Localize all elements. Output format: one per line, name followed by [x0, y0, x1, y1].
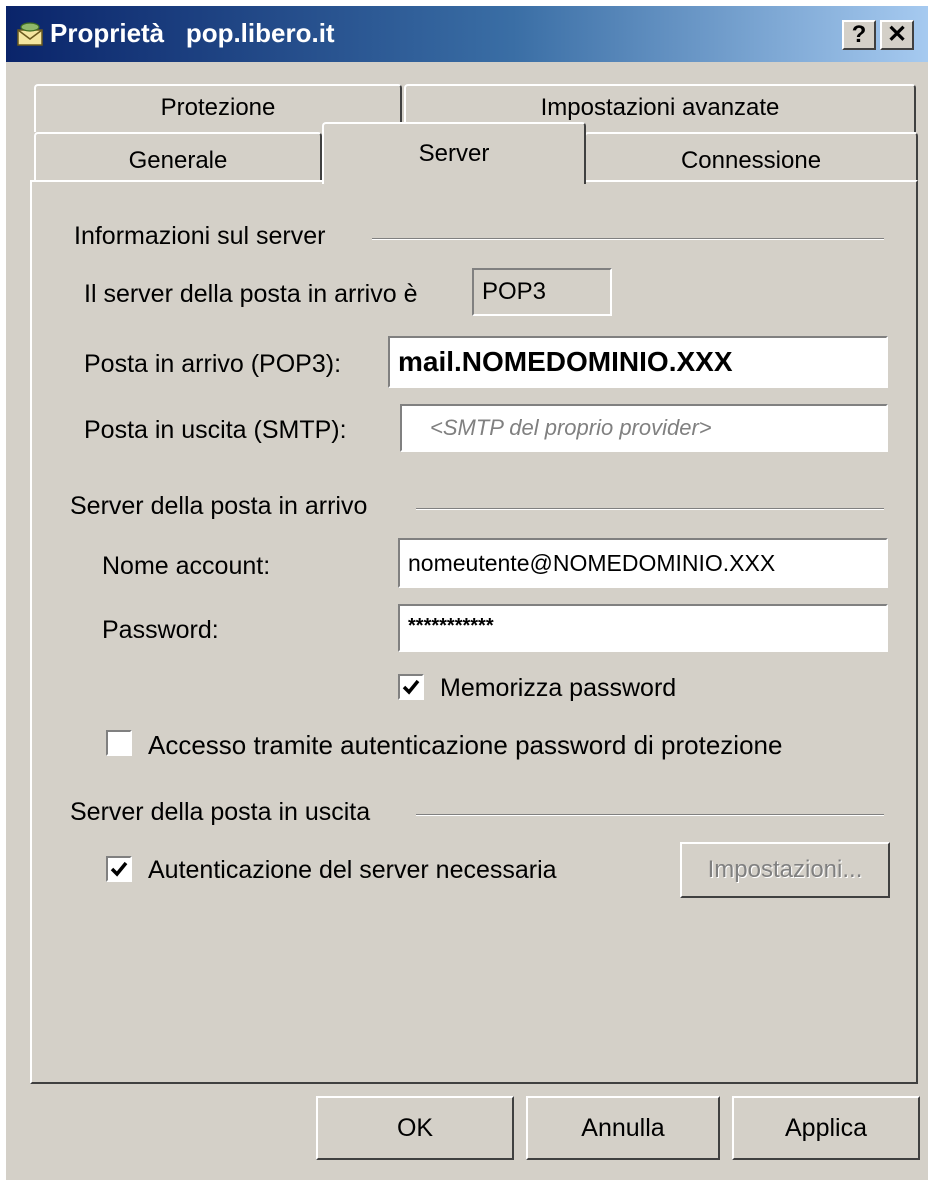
help-button[interactable]: ?	[842, 20, 876, 50]
settings-button[interactable]: Impostazioni...	[680, 842, 890, 898]
incoming-server-section-title: Server della posta in arrivo	[70, 492, 368, 520]
spa-checkbox[interactable]	[106, 730, 132, 756]
incoming-server-field[interactable]: mail.NOMEDOMINIO.XXX	[388, 336, 888, 388]
incoming-server-divider	[416, 508, 884, 510]
outgoing-server-section-title: Server della posta in uscita	[70, 798, 371, 826]
password-label: Password:	[102, 616, 219, 644]
outgoing-server-label: Posta in uscita (SMTP):	[84, 416, 347, 444]
cancel-button[interactable]: Annulla	[526, 1096, 720, 1160]
apply-button[interactable]: Applica	[732, 1096, 920, 1160]
tab-connessione[interactable]: Connessione	[584, 132, 918, 182]
remember-password-label: Memorizza password	[440, 674, 677, 702]
properties-dialog: Proprietà pop.libero.it ? ✕ Protezione I…	[6, 6, 928, 1180]
incoming-type-label: Il server della posta in arrivo è	[84, 280, 418, 308]
server-info-section-title: Informazioni sul server	[74, 222, 326, 250]
mail-account-icon	[17, 22, 43, 46]
outgoing-server-divider	[416, 814, 884, 816]
ok-button[interactable]: OK	[316, 1096, 514, 1160]
account-name-field[interactable]: nomeutente@NOMEDOMINIO.XXX	[398, 538, 888, 588]
server-auth-label: Autenticazione del server necessaria	[148, 856, 557, 884]
checkmark-icon	[110, 861, 128, 877]
remember-password-checkbox[interactable]	[398, 674, 424, 700]
checkmark-icon	[402, 679, 420, 695]
outgoing-server-field[interactable]: <SMTP del proprio provider>	[400, 404, 888, 452]
incoming-type-field: POP3	[472, 268, 612, 316]
close-button[interactable]: ✕	[880, 20, 914, 50]
spa-label: Accesso tramite autenticazione password …	[148, 730, 783, 760]
server-auth-checkbox[interactable]	[106, 856, 132, 882]
tab-server[interactable]: Server	[322, 122, 586, 184]
account-name-label: Nome account:	[102, 552, 271, 580]
tab-generale[interactable]: Generale	[34, 132, 322, 182]
incoming-server-label: Posta in arrivo (POP3):	[84, 350, 342, 378]
password-field[interactable]: ***********	[398, 604, 888, 652]
server-info-divider	[372, 238, 884, 240]
title-bar[interactable]: Proprietà pop.libero.it ? ✕	[6, 6, 928, 62]
window-title: Proprietà pop.libero.it	[50, 18, 335, 48]
server-tab-panel: Informazioni sul server Il server della …	[30, 180, 918, 1084]
